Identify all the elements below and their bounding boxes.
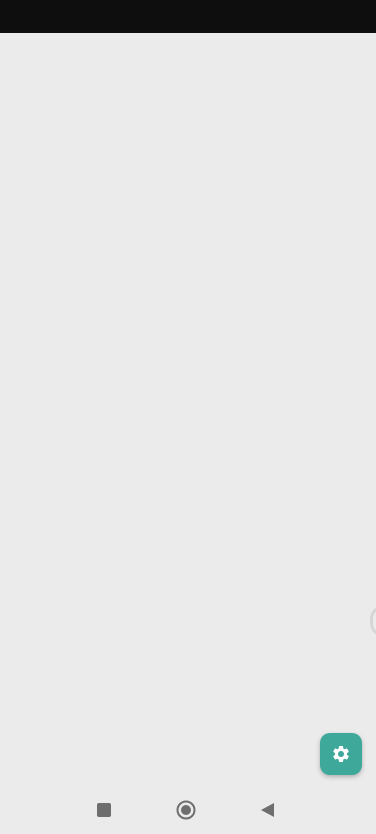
system-navigation-bar (0, 785, 376, 834)
triangle-back-icon (261, 803, 274, 817)
recents-button[interactable] (93, 799, 115, 821)
status-bar (0, 0, 376, 33)
app-screen (0, 0, 376, 834)
settings-fab-button[interactable] (320, 733, 362, 775)
home-button[interactable] (175, 799, 197, 821)
square-icon (97, 803, 111, 817)
gear-icon (333, 746, 349, 762)
back-button[interactable] (257, 799, 279, 821)
main-content (0, 33, 376, 781)
circle-icon (176, 800, 196, 820)
